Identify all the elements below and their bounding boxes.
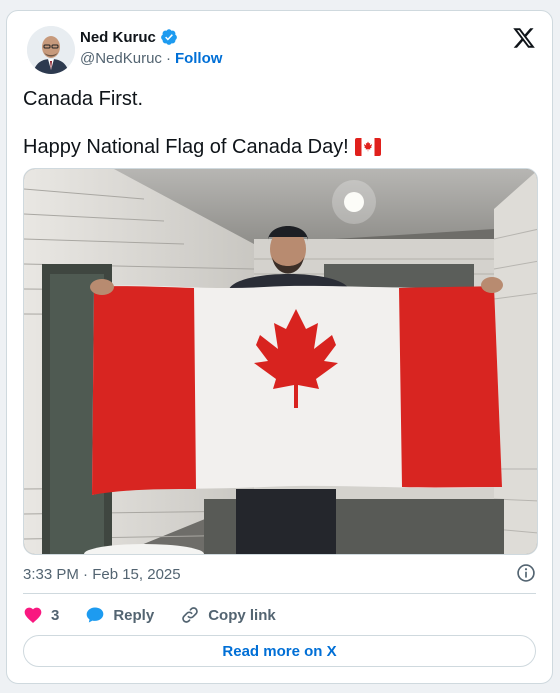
avatar-image <box>27 26 75 74</box>
canada-flag-emoji-icon <box>354 138 381 156</box>
tweet-line-1: Canada First. <box>23 88 144 110</box>
read-more-label: Read more on X <box>222 642 337 660</box>
avatar[interactable] <box>27 26 75 74</box>
info-icon[interactable] <box>516 563 536 583</box>
reply-button[interactable]: Reply <box>85 605 154 625</box>
tweet-timestamp[interactable]: 3:33 PM · Feb 15, 2025 <box>23 566 181 583</box>
author-meta: @NedKuruc · Follow <box>80 50 222 67</box>
meta-separator: · <box>165 50 171 67</box>
action-bar: 3 Reply Copy link <box>23 604 302 626</box>
heart-icon <box>24 607 42 623</box>
tweet-text: Canada First. Happy National Flag of Can… <box>23 87 533 159</box>
reply-label: Reply <box>113 606 155 624</box>
author-name[interactable]: Ned Kuruc <box>80 28 178 46</box>
follow-button[interactable]: Follow <box>175 50 223 67</box>
verified-badge-icon <box>160 29 177 45</box>
author-name-text[interactable]: Ned Kuruc <box>80 29 156 46</box>
tweet-photo[interactable] <box>23 168 538 555</box>
copy-link-button[interactable]: Copy link <box>180 605 276 625</box>
like-button[interactable]: 3 <box>23 605 59 625</box>
read-more-button[interactable]: Read more on X <box>23 635 536 667</box>
divider <box>23 593 536 594</box>
photo-man-holding-canada-flag <box>24 169 537 554</box>
x-logo-icon[interactable] <box>512 26 536 50</box>
link-icon <box>182 607 198 623</box>
reply-bubble-icon <box>87 607 104 623</box>
like-count: 3 <box>51 606 60 624</box>
author-handle[interactable]: @NedKuruc <box>80 50 162 67</box>
copy-link-label: Copy link <box>208 606 276 624</box>
tweet-line-2-row: Happy National Flag of Canada Day! <box>23 135 533 159</box>
tweet-line-2: Happy National Flag of Canada Day! <box>23 136 349 158</box>
tweet-card: Ned Kuruc @NedKuruc · Follow Canada Firs… <box>6 10 553 684</box>
